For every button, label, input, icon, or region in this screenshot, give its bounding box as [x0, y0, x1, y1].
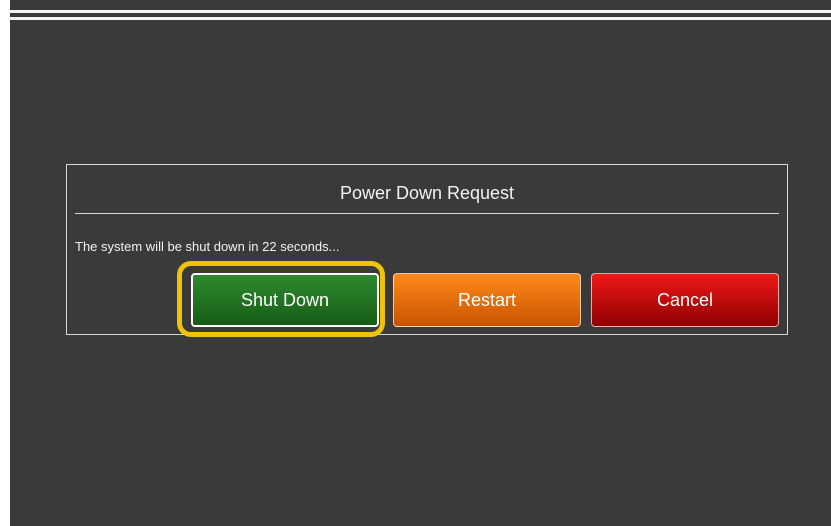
- dialog-title: Power Down Request: [339, 183, 515, 203]
- dialog-message: The system will be shut down in 22 secon…: [75, 239, 340, 254]
- screen: Power Down Request The system will be sh…: [10, 0, 831, 526]
- power-down-dialog: Power Down Request The system will be sh…: [66, 164, 788, 335]
- cancel-button[interactable]: Cancel: [591, 273, 779, 327]
- top-border-line: [10, 17, 831, 20]
- dialog-divider: [75, 213, 779, 214]
- top-border-line: [10, 10, 831, 13]
- restart-button[interactable]: Restart: [393, 273, 581, 327]
- shut-down-button[interactable]: Shut Down: [191, 273, 379, 327]
